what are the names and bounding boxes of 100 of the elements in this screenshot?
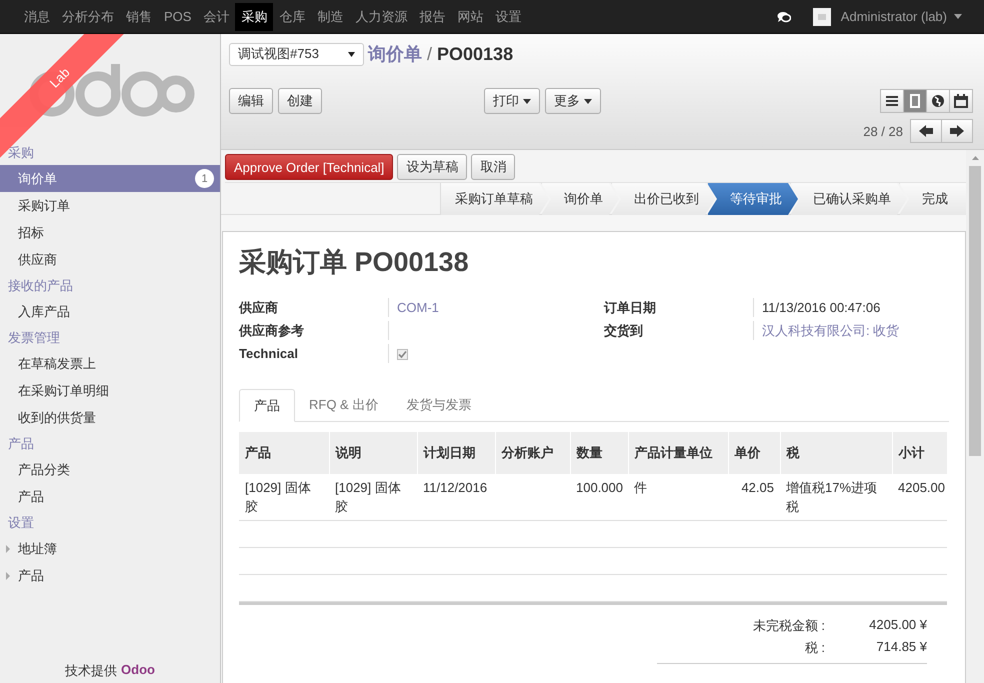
action-button[interactable]: Approve Order [Technical]: [225, 154, 394, 180]
table-cell: 11/12/2016: [423, 480, 488, 495]
section-heading: 发票管理: [7, 329, 61, 347]
sidebar-item[interactable]: 供应商: [0, 246, 220, 273]
dropdown-button[interactable]: 打印: [484, 88, 540, 114]
view-switch-button[interactable]: [903, 89, 927, 113]
dropdown-arrow-icon: [348, 52, 355, 56]
table-cell: 42.05: [741, 480, 774, 495]
form-title: 采购订单 PO00138: [239, 246, 470, 279]
status-step[interactable]: 询价单: [541, 183, 619, 215]
total-value: 4205.00 ¥: [868, 617, 927, 634]
debug-view-select[interactable]: 调试视图#753: [229, 42, 364, 66]
menu-item[interactable]: 网站: [451, 2, 490, 30]
menu-item[interactable]: 消息: [18, 2, 56, 30]
view-switch-button[interactable]: [880, 89, 904, 113]
menu-item[interactable]: 设置: [489, 2, 528, 30]
sidebar-item[interactable]: 在草稿发票上: [0, 350, 220, 377]
menu-item[interactable]: 销售: [120, 2, 158, 30]
column-header[interactable]: 产品: [239, 432, 329, 474]
column-header[interactable]: 产品计量单位: [628, 432, 728, 474]
field-label: 供应商: [239, 298, 389, 317]
tab[interactable]: 发货与发票: [392, 389, 486, 421]
table-cell: 增值税17%进项税: [786, 480, 878, 514]
total-label: 未完税金额 :: [752, 617, 825, 635]
status-step[interactable]: 完成: [899, 183, 966, 215]
column-header[interactable]: 数量: [570, 432, 628, 474]
menu-item[interactable]: 采购: [235, 2, 274, 30]
menu-item[interactable]: 会计: [197, 2, 236, 30]
left-arrow-icon: [919, 125, 933, 137]
status-step[interactable]: 已确认采购单: [790, 183, 907, 215]
total-label: 税 :: [804, 639, 825, 657]
sidebar-item[interactable]: 在采购订单明细: [0, 377, 220, 404]
field-link[interactable]: COM-1: [397, 300, 439, 315]
menu-item[interactable]: 报告: [413, 2, 452, 30]
list-view-icon: [885, 94, 899, 108]
tab[interactable]: 产品: [239, 389, 295, 422]
column-header[interactable]: 计划日期: [417, 432, 495, 474]
sidebar-item[interactable]: 入库产品: [0, 298, 220, 325]
pager-counter: 28 / 28: [863, 124, 903, 138]
previous-button[interactable]: [910, 119, 942, 143]
status-step[interactable]: 等待审批: [707, 183, 798, 215]
chat-icon: [776, 10, 791, 22]
sidebar-item[interactable]: 地址簿: [0, 535, 220, 562]
action-button[interactable]: 取消: [471, 154, 516, 180]
table-cell: 100.000: [576, 480, 623, 495]
dropdown-button[interactable]: 更多: [545, 88, 601, 114]
breadcrumb-current: PO00138: [437, 44, 514, 65]
view-switch-button[interactable]: [949, 89, 973, 113]
status-step[interactable]: 采购订单草稿: [440, 183, 549, 215]
sidebar-item[interactable]: 产品: [0, 562, 220, 589]
sidebar-item[interactable]: 询价单 1: [0, 165, 220, 192]
calendar-icon: [954, 94, 968, 108]
odoo-link[interactable]: Odoo: [121, 662, 155, 680]
caret-icon: [523, 98, 531, 104]
scrollbar[interactable]: [966, 150, 984, 683]
toolbar-button[interactable]: 编辑: [229, 88, 273, 114]
field-label: Technical: [239, 344, 389, 363]
field-link[interactable]: 汉人科技有限公司: 收货: [762, 323, 900, 338]
field-label: 供应商参考: [239, 321, 389, 340]
view-switch-button[interactable]: [926, 89, 950, 113]
scroll-thumb[interactable]: [969, 166, 981, 456]
sidebar-item[interactable]: 收到的供货量: [0, 404, 220, 431]
next-button[interactable]: [941, 119, 973, 143]
section-heading: 接收的产品: [7, 277, 74, 295]
breadcrumb-link[interactable]: 询价单: [368, 42, 422, 66]
sidebar-item[interactable]: 采购订单: [0, 192, 220, 219]
column-header[interactable]: 单价: [728, 432, 780, 474]
toolbar-button[interactable]: 创建: [278, 88, 322, 114]
menu-item[interactable]: 仓库: [273, 2, 312, 30]
column-header[interactable]: 小计: [892, 432, 947, 474]
status-step[interactable]: 出价已收到: [611, 183, 715, 215]
caret-icon: [584, 98, 592, 104]
table-cell: [1029] 固体胶: [245, 480, 311, 514]
right-arrow-icon: [950, 125, 964, 137]
action-button[interactable]: 设为草稿: [397, 154, 468, 180]
table-cell: 件: [634, 480, 647, 495]
field-value: 11/13/2016 00:47:06: [762, 300, 880, 315]
field-label: 订单日期: [604, 298, 754, 317]
scroll-up-icon: [972, 156, 978, 160]
table-cell: [1029] 固体胶: [335, 480, 401, 514]
section-heading: 设置: [7, 514, 35, 532]
expand-icon: [6, 545, 10, 553]
column-header[interactable]: 分析账户: [495, 432, 570, 474]
globe-icon: [931, 94, 945, 108]
field-label: 交货到: [604, 321, 754, 340]
caret-icon: [954, 14, 962, 19]
menu-item[interactable]: POS: [158, 2, 198, 30]
column-header[interactable]: 税: [780, 432, 892, 474]
menu-item[interactable]: 人力资源: [349, 2, 414, 30]
sidebar-item[interactable]: 产品: [0, 483, 220, 510]
section-heading: 产品: [7, 435, 35, 453]
sidebar-item[interactable]: 招标: [0, 219, 220, 246]
avatar-icon: [812, 8, 831, 26]
menu-item[interactable]: 分析分布: [56, 2, 120, 30]
breadcrumb-separator: /: [427, 44, 432, 65]
user-menu[interactable]: Administrator (lab): [840, 9, 962, 24]
column-header[interactable]: 说明: [329, 432, 417, 474]
tab[interactable]: RFQ & 出价: [295, 389, 392, 421]
menu-item[interactable]: 制造: [311, 2, 350, 30]
sidebar-item[interactable]: 产品分类: [0, 456, 220, 483]
